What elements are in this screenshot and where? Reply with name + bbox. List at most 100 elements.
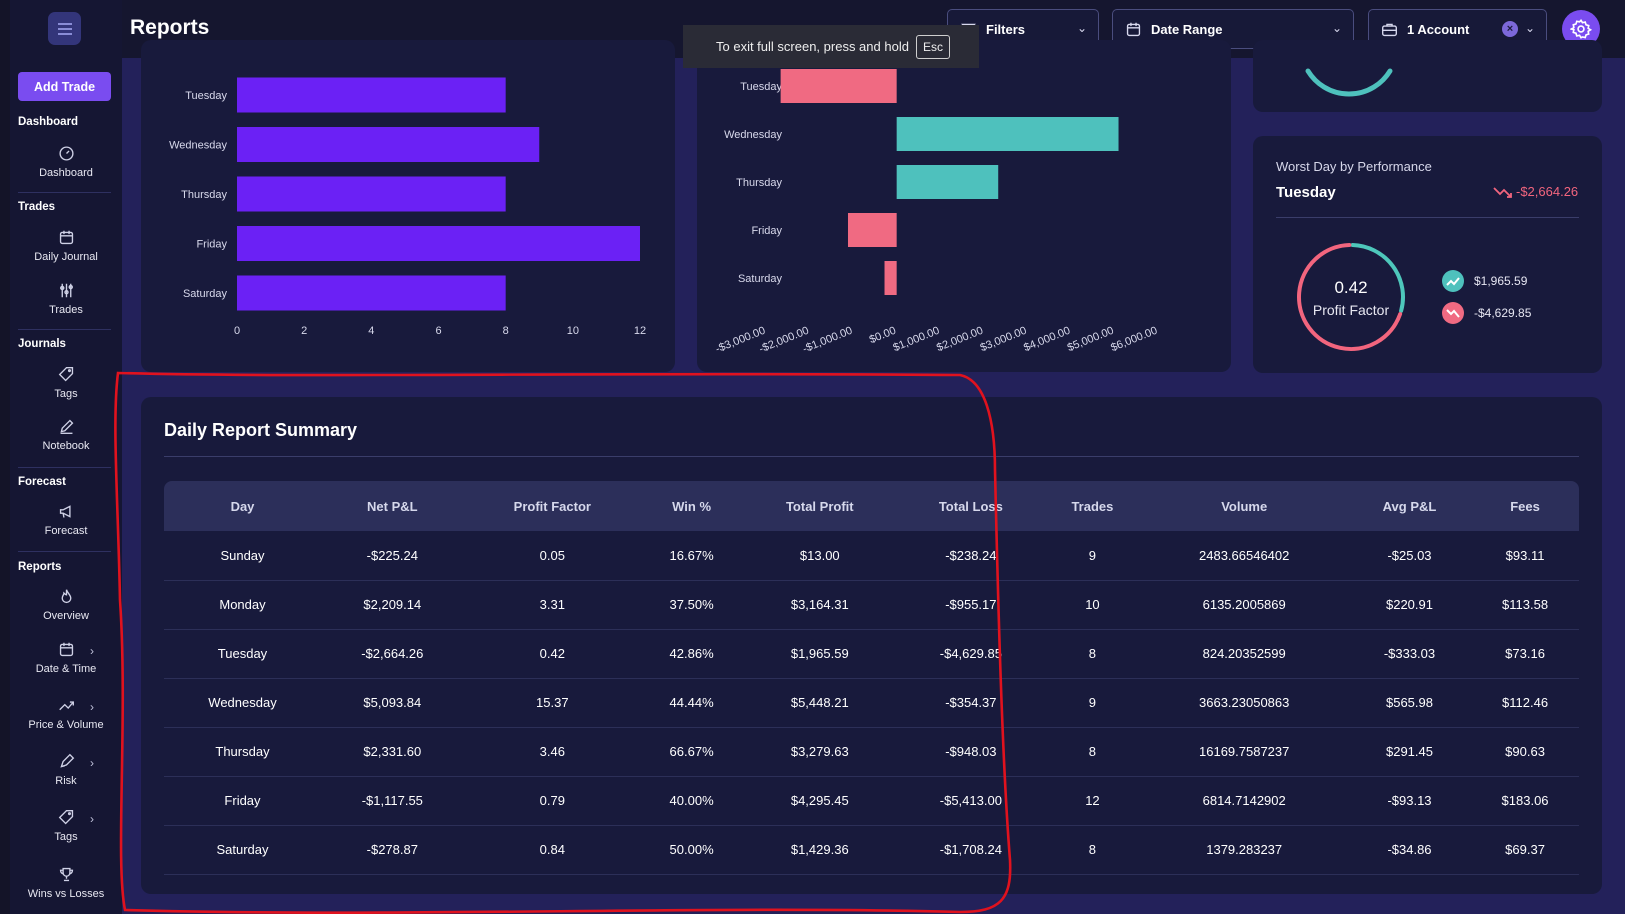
sidebar-item-report-tags[interactable]: Tags ›	[10, 809, 122, 843]
table-cell: $183.06	[1471, 776, 1579, 826]
table-cell: 16.67%	[641, 531, 743, 581]
sidebar-item-wins-vs-losses[interactable]: Wins vs Losses	[10, 866, 122, 900]
gear-icon	[1570, 18, 1592, 39]
table-cell: 8	[1044, 727, 1141, 777]
megaphone-icon	[59, 505, 71, 518]
total-profit-legend: $1,965.59	[1442, 270, 1527, 292]
chevron-right-icon[interactable]: ›	[90, 700, 94, 714]
table-row: Wednesday $5,093.84 15.37 44.44% $5,448.21 -$…	[164, 678, 1579, 728]
add-trade-button[interactable]: Add Trade	[18, 72, 111, 101]
column-header[interactable]: Total Profit	[742, 481, 897, 531]
profit-factor-value: 0.42	[1334, 278, 1368, 297]
table-cell: Friday	[164, 776, 321, 826]
sidebar-item-daily-journal[interactable]: Daily Journal	[10, 229, 122, 263]
y-tick-label: Tuesday	[740, 81, 782, 93]
sidebar-item-dashboard[interactable]: Dashboard	[10, 145, 122, 179]
sidebar-item-price-volume[interactable]: Price & Volume ›	[10, 697, 122, 731]
column-header[interactable]: Trades	[1044, 481, 1140, 531]
table-cell: 1379.283237	[1140, 825, 1348, 875]
table-cell: -$333.03	[1347, 629, 1472, 679]
table-cell: -$5,413.00	[897, 776, 1045, 826]
table-cell: $90.63	[1471, 727, 1579, 777]
section-title-forecast: Forecast	[18, 476, 66, 488]
sidebar-item-forecast[interactable]: Forecast	[10, 503, 122, 537]
chevron-right-icon[interactable]: ›	[90, 756, 94, 770]
clear-account-icon[interactable]: ×	[1502, 21, 1518, 37]
table-cell: 44.44%	[641, 678, 743, 728]
worst-day-label: Worst Day by Performance	[1276, 159, 1432, 174]
trend-down-icon	[1442, 302, 1464, 324]
table-row: Saturday -$278.87 0.84 50.00% $1,429.36 -$1,7…	[164, 825, 1579, 875]
column-header[interactable]: Net P&L	[321, 481, 464, 531]
column-header[interactable]: Day	[164, 481, 321, 531]
edit-icon	[59, 419, 73, 434]
table-cell: 0.79	[463, 776, 641, 826]
x-tick-label: 8	[503, 325, 509, 337]
profit-factor-label: Profit Factor	[1312, 302, 1390, 318]
table-cell: $69.37	[1471, 825, 1579, 875]
x-tick-label: 10	[567, 325, 579, 337]
section-title-trades: Trades	[18, 201, 56, 213]
x-tick-label: $2,000.00	[935, 325, 985, 354]
table-cell: 0.42	[463, 629, 641, 679]
table-cell: $2,209.14	[320, 580, 464, 630]
column-header[interactable]: Volume	[1141, 481, 1348, 531]
x-tick-label: 0	[234, 325, 240, 337]
table-cell: 37.50%	[641, 580, 743, 630]
column-header[interactable]: Profit Factor	[464, 481, 641, 531]
bar	[237, 176, 506, 212]
column-header[interactable]: Fees	[1471, 481, 1579, 531]
pen-icon	[59, 753, 74, 768]
table-cell: Tuesday	[164, 629, 321, 679]
total-loss-legend: -$4,629.85	[1442, 302, 1531, 324]
section-title-journals: Journals	[18, 338, 66, 350]
table-cell: 6814.7142902	[1140, 776, 1348, 826]
divider	[164, 456, 1579, 457]
chevron-down-icon: ⌄	[1076, 21, 1087, 35]
sidebar-item-trades[interactable]: Trades	[10, 282, 122, 316]
bar	[896, 165, 999, 199]
column-header[interactable]: Avg P&L	[1348, 481, 1471, 531]
trades-by-day-card: Tuesday Wednesday Thursday Friday Saturday 0 2…	[141, 40, 675, 372]
y-tick-label: Friday	[196, 239, 227, 251]
sidebar-item-risk[interactable]: Risk ›	[10, 753, 122, 787]
table-cell: Monday	[164, 580, 321, 630]
fullscreen-tooltip: To exit full screen, press and hold Esc	[683, 25, 979, 68]
pnl-by-day-chart: Tuesday Wednesday Thursday Friday Saturday -$…	[714, 69, 1159, 355]
table-cell: 66.67%	[641, 727, 743, 777]
table-cell: $565.98	[1347, 678, 1472, 728]
table-cell: Wednesday	[164, 678, 321, 728]
bar	[780, 69, 897, 103]
trend-up-icon	[1442, 270, 1464, 292]
daily-summary-table: Day Net P&L Profit Factor Win % Total Profit…	[164, 481, 1579, 875]
table-cell: 8	[1044, 825, 1141, 875]
table-cell: 9	[1044, 531, 1141, 581]
chevron-right-icon[interactable]: ›	[90, 812, 94, 826]
sidebar-item-overview[interactable]: Overview	[10, 588, 122, 622]
table-cell: $3,279.63	[742, 727, 898, 777]
column-header[interactable]: Total Loss	[897, 481, 1044, 531]
summary-title: Daily Report Summary	[164, 420, 358, 440]
sidebar-item-notebook[interactable]: Notebook	[10, 418, 122, 452]
bar	[237, 226, 640, 261]
best-day-ring	[1305, 68, 1393, 97]
divider	[18, 192, 111, 193]
table-cell: 3.46	[463, 727, 641, 777]
window-edge	[0, 0, 10, 914]
table-cell: $1,429.36	[742, 825, 898, 875]
divider	[18, 329, 111, 330]
table-cell: 6135.2005869	[1140, 580, 1348, 630]
trend-down-icon	[1493, 186, 1512, 198]
x-tick-label: 4	[368, 325, 374, 337]
sidebar-item-tags[interactable]: Tags	[10, 366, 122, 400]
chevron-right-icon[interactable]: ›	[90, 644, 94, 658]
table-cell: $13.00	[742, 531, 898, 581]
table-cell: $4,295.45	[742, 776, 898, 826]
calendar-clock-icon	[59, 642, 73, 657]
column-header[interactable]: Win %	[641, 481, 742, 531]
menu-toggle-button[interactable]	[48, 12, 81, 45]
table-cell: $1,965.59	[742, 629, 898, 679]
worst-day-value: -$2,664.26	[1493, 184, 1578, 199]
sidebar-item-date-time[interactable]: Date & Time ›	[10, 641, 122, 675]
hamburger-icon	[57, 22, 72, 35]
